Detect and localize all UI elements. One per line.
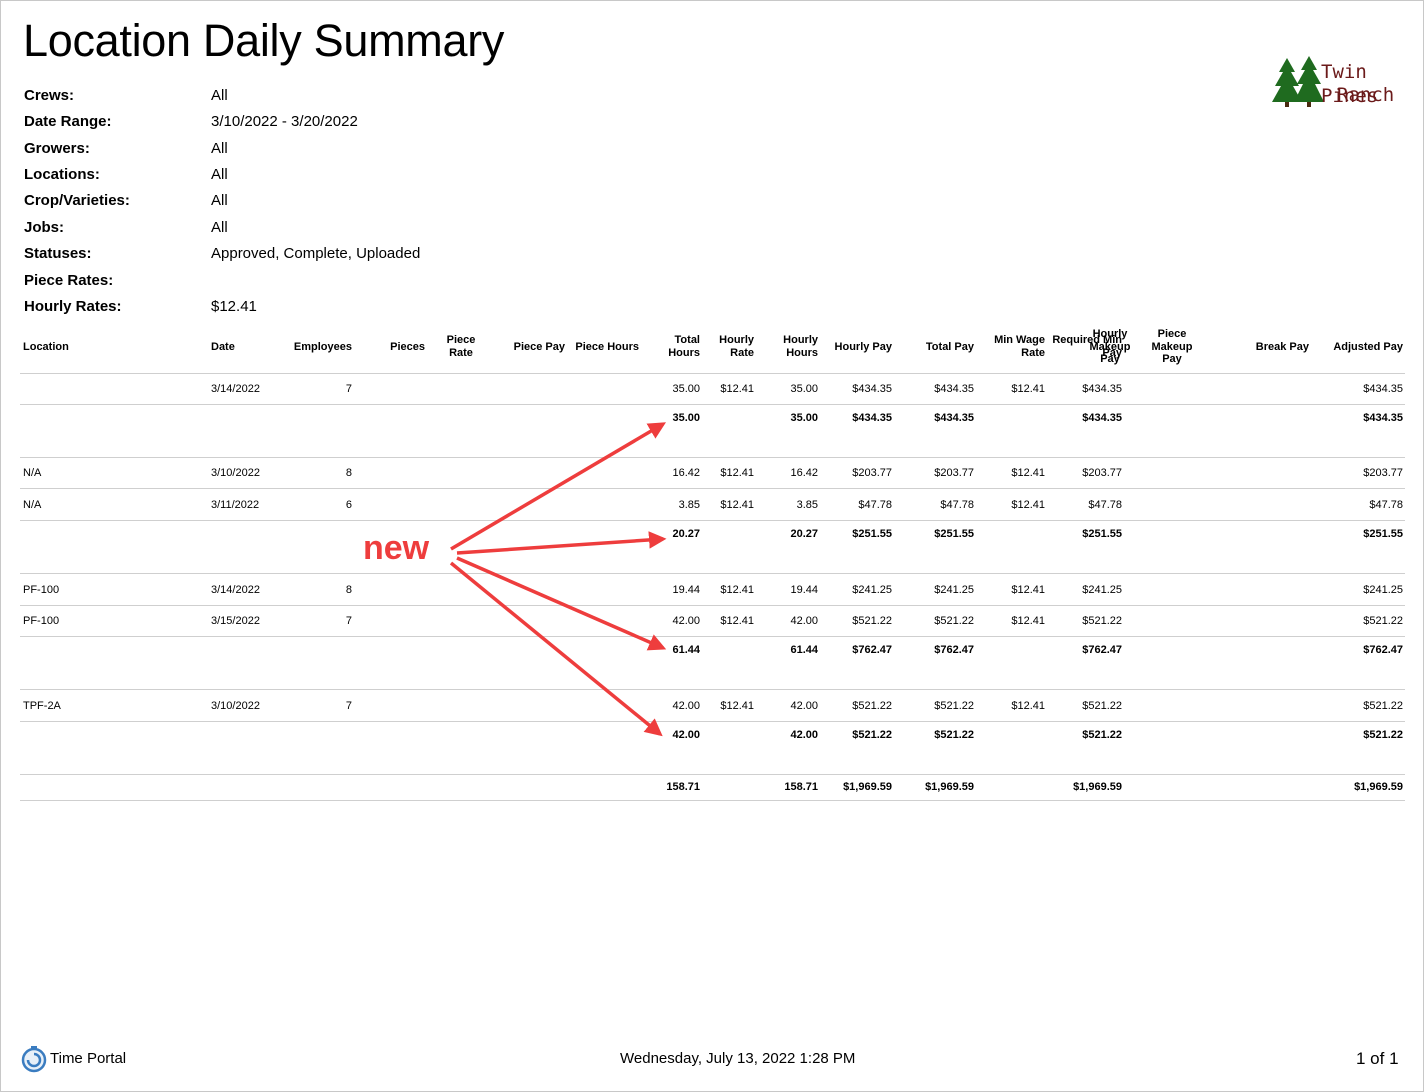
annotation-arrow	[456, 531, 667, 555]
annotation-arrow	[449, 561, 663, 737]
annotation-arrow	[456, 556, 667, 651]
footer-app-name: Time Portal	[50, 1050, 127, 1067]
report-page: Location Daily Summary Twin Pines Ranch …	[0, 0, 1424, 1092]
annotation-arrow	[450, 422, 667, 551]
footer-page-number: 1 of 1	[1356, 1049, 1399, 1068]
annotation-arrows	[449, 422, 667, 737]
time-portal-logo-icon	[21, 1045, 47, 1078]
footer-datetime: Wednesday, July 13, 2022 1:28 PM	[620, 1050, 856, 1067]
